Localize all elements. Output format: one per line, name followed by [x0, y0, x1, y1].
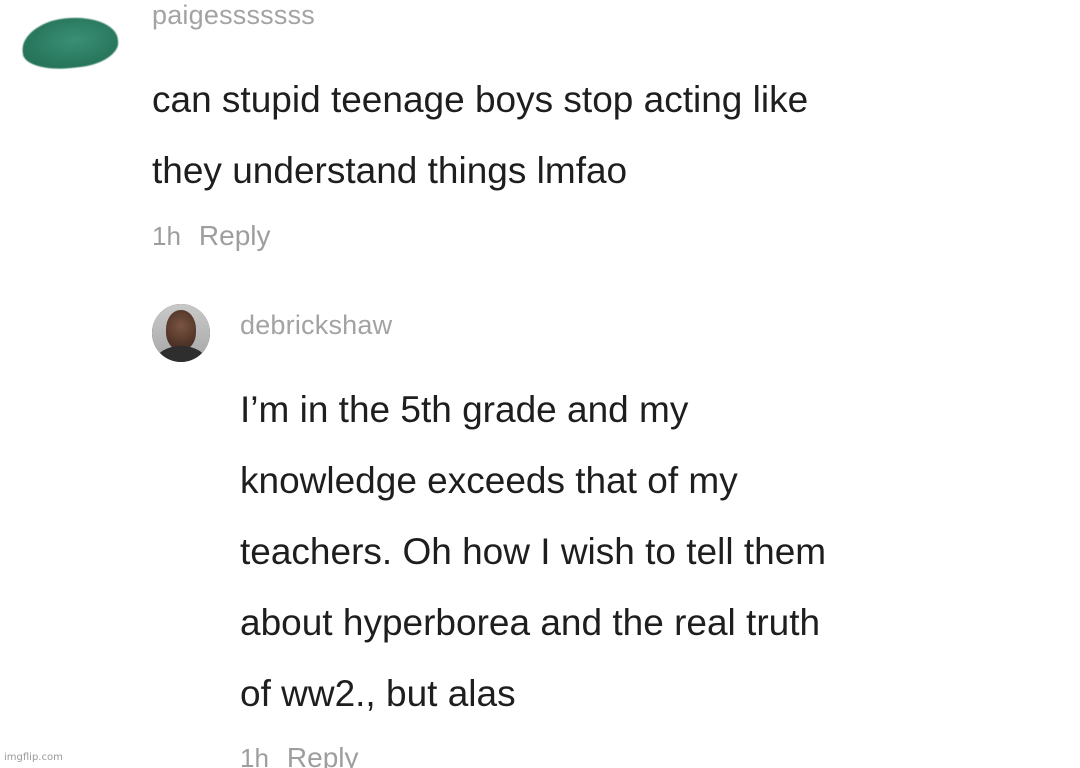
comment-line: they understand things lmfao	[152, 150, 628, 191]
comment-timestamp: 1h	[240, 743, 269, 768]
comment-line: of ww2., but alas	[240, 673, 516, 714]
comment-line: about hyperborea and the real truth	[240, 602, 821, 643]
comment-meta: 1h Reply	[152, 220, 271, 252]
comment-line: can stupid teenage boys stop acting like	[152, 79, 809, 120]
comment: paigesssssss can stupid teenage boys sto…	[0, 0, 1080, 270]
avatar[interactable]	[152, 304, 210, 362]
comment-line: knowledge exceeds that of my	[240, 460, 738, 501]
comment-text: I’m in the 5th grade and my knowledge ex…	[240, 374, 826, 729]
avatar[interactable]	[19, 13, 121, 73]
comment-username[interactable]: debrickshaw	[240, 310, 392, 341]
comment-meta: 1h Reply	[240, 742, 359, 768]
comment-username[interactable]: paigesssssss	[152, 0, 315, 31]
reply-button[interactable]: Reply	[287, 742, 359, 768]
reply-button[interactable]: Reply	[199, 220, 271, 252]
comment-timestamp: 1h	[152, 221, 181, 251]
avatar-head	[166, 310, 196, 350]
watermark: imgflip.com	[4, 752, 63, 763]
comment-line: I’m in the 5th grade and my	[240, 389, 689, 430]
comment-line: teachers. Oh how I wish to tell them	[240, 531, 827, 572]
comment-text: can stupid teenage boys stop acting like…	[152, 64, 808, 206]
reply-comment: debrickshaw I’m in the 5th grade and my …	[0, 290, 1080, 768]
